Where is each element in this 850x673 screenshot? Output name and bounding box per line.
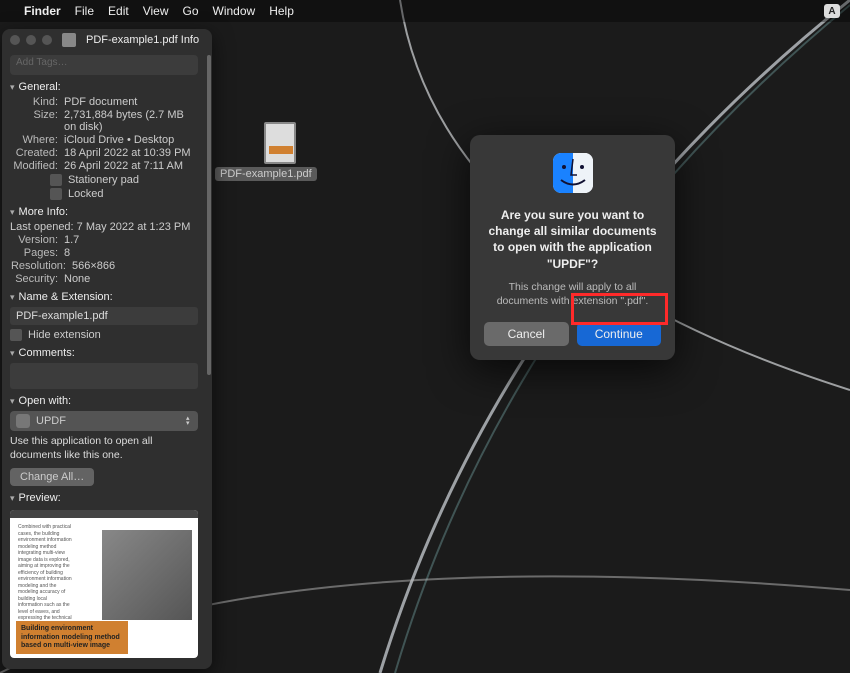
stationery-checkbox[interactable]: Stationery pad: [50, 174, 198, 186]
where-label: Where:: [10, 134, 58, 146]
menu-help[interactable]: Help: [269, 4, 294, 18]
dialog-subtitle: This change will apply to all documents …: [484, 280, 661, 308]
preview-thumbnail: Combined with practical cases, the build…: [10, 510, 198, 658]
app-name[interactable]: Finder: [24, 4, 61, 18]
cancel-button[interactable]: Cancel: [484, 322, 569, 346]
confirmation-dialog: Are you sure you want to change all simi…: [470, 135, 675, 360]
minimize-icon[interactable]: [26, 35, 36, 45]
section-nameext[interactable]: Name & Extension:: [10, 291, 198, 303]
menu-view[interactable]: View: [143, 4, 169, 18]
openwith-app: UPDF: [36, 415, 66, 427]
tags-field[interactable]: Add Tags…: [10, 55, 198, 75]
app-icon: [16, 414, 30, 428]
openwith-help: Use this application to open all documen…: [10, 435, 198, 462]
get-info-window: PDF-example1.pdf Info Add Tags… General:…: [2, 29, 212, 669]
checkbox-icon: [50, 188, 62, 200]
menu-go[interactable]: Go: [183, 4, 199, 18]
modified-value: 26 April 2022 at 7:11 AM: [64, 160, 183, 172]
window-title: PDF-example1.pdf Info: [86, 34, 199, 46]
checkbox-icon: [10, 329, 22, 341]
finder-icon: [553, 153, 593, 193]
file-label: PDF-example1.pdf: [215, 167, 317, 181]
size-value: 2,731,884 bytes (2.7 MB on disk): [64, 109, 198, 133]
continue-button[interactable]: Continue: [577, 322, 662, 346]
section-openwith[interactable]: Open with:: [10, 395, 198, 407]
menu-file[interactable]: File: [75, 4, 94, 18]
zoom-icon[interactable]: [42, 35, 52, 45]
section-comments[interactable]: Comments:: [10, 347, 198, 359]
scrollbar[interactable]: [207, 55, 211, 375]
file-thumbnail-icon: [264, 122, 296, 164]
menu-window[interactable]: Window: [213, 4, 256, 18]
info-titlebar[interactable]: PDF-example1.pdf Info: [2, 29, 212, 51]
locked-checkbox[interactable]: Locked: [50, 188, 198, 200]
filename-input[interactable]: PDF-example1.pdf: [10, 307, 198, 325]
where-value: iCloud Drive • Desktop: [64, 134, 174, 146]
hideext-checkbox[interactable]: Hide extension: [10, 329, 198, 341]
dialog-title: Are you sure you want to change all simi…: [484, 207, 661, 272]
kind-value: PDF document: [64, 96, 137, 108]
desktop-file[interactable]: PDF-example1.pdf: [215, 122, 345, 182]
menu-edit[interactable]: Edit: [108, 4, 129, 18]
menubar: Finder File Edit View Go Window Help A: [0, 0, 850, 22]
chevron-updown-icon: ▴▾: [186, 417, 192, 426]
input-source-badge[interactable]: A: [824, 4, 840, 18]
close-icon[interactable]: [10, 35, 20, 45]
section-moreinfo[interactable]: More Info:: [10, 206, 198, 218]
lastopened: Last opened: 7 May 2022 at 1:23 PM: [10, 221, 198, 233]
size-label: Size:: [10, 109, 58, 133]
modified-label: Modified:: [10, 160, 58, 172]
created-value: 18 April 2022 at 10:39 PM: [64, 147, 191, 159]
changeall-button[interactable]: Change All…: [10, 468, 94, 486]
created-label: Created:: [10, 147, 58, 159]
openwith-select[interactable]: UPDF ▴▾: [10, 411, 198, 431]
section-general[interactable]: General:: [10, 81, 198, 93]
kind-label: Kind:: [10, 96, 58, 108]
preview-banner: Building environment information modelin…: [16, 621, 128, 654]
comments-input[interactable]: [10, 363, 198, 389]
window-proxy-icon: [62, 33, 76, 47]
checkbox-icon: [50, 174, 62, 186]
section-preview[interactable]: Preview:: [10, 492, 198, 504]
